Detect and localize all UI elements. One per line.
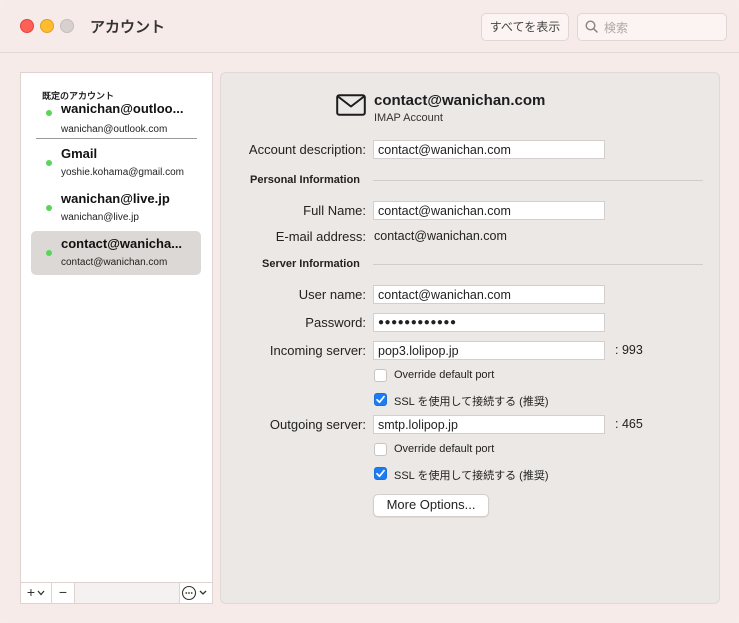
account-type: IMAP Account [374,112,443,124]
username-field[interactable]: contact@wanichan.com [373,285,605,304]
close-button[interactable] [20,19,34,33]
show-all-button[interactable]: すべてを表示 [481,13,569,41]
outgoing-server-label: Outgoing server: [269,417,366,432]
account-list-toolbar: + − [20,582,213,604]
account-email: wanichan@live.jp [61,212,139,223]
incoming-override-port-checkbox[interactable] [374,369,387,382]
outgoing-ssl-checkbox[interactable] [374,467,387,480]
search-field[interactable] [577,13,727,41]
chevron-down-icon [37,590,45,596]
outgoing-server-field[interactable]: smtp.lolipop.jp [373,415,605,434]
incoming-port: : 993 [615,343,643,357]
description-label: Account description: [248,142,366,157]
search-input[interactable] [602,17,724,39]
account-item-live[interactable]: wanichan@live.jp wanichan@live.jp [31,186,201,230]
personal-info-rule [373,180,703,181]
window-title: アカウント [90,19,166,36]
title-bar: アカウント すべてを表示 [0,0,739,53]
accounts-window: アカウント すべてを表示 既定のアカウント wanichan@outloo...… [0,0,739,623]
full-name-field[interactable]: contact@wanichan.com [373,201,605,220]
account-email: wanichan@outlook.com [61,124,168,135]
server-info-rule [373,264,703,265]
incoming-ssl-label: SSL を使用して接続する (推奨) [394,396,549,408]
zoom-button[interactable] [60,19,74,33]
default-account-divider [36,138,197,139]
search-icon [585,20,598,33]
username-label: User name: [298,287,366,302]
checkmark-icon [376,469,385,478]
account-header-email: contact@wanichan.com [374,92,546,109]
incoming-server-field[interactable]: pop3.lolipop.jp [373,341,605,360]
outgoing-port: : 465 [615,417,643,431]
account-item-gmail[interactable]: Gmail yoshie.kohama@gmail.com [31,141,201,185]
incoming-ssl-checkbox[interactable] [374,393,387,406]
account-item-outlook[interactable]: wanichan@outloo... wanichan@outlook.com [31,95,201,139]
account-name: wanichan@live.jp [61,191,170,206]
outgoing-ssl-label: SSL を使用して接続する (推奨) [394,470,549,482]
account-list: 既定のアカウント wanichan@outloo... wanichan@out… [20,72,213,583]
minimize-button[interactable] [40,19,54,33]
outgoing-override-port-checkbox[interactable] [374,443,387,456]
password-label: Password: [305,315,366,330]
account-name: contact@wanicha... [61,236,183,251]
account-name: Gmail [61,146,98,161]
account-email: yoshie.kohama@gmail.com [61,167,184,178]
outgoing-override-port-label: Override default port [394,443,495,455]
more-options-button[interactable]: More Options... [373,494,489,517]
incoming-override-port-label: Override default port [394,369,495,381]
more-actions-button[interactable] [180,583,212,603]
description-field[interactable]: contact@wanichan.com [373,140,605,159]
status-dot [46,160,52,166]
status-dot [46,110,52,116]
add-label: + [26,584,36,600]
account-email: contact@wanichan.com [61,257,168,268]
remove-account-button[interactable]: − [52,583,75,603]
toolbar-spacer [75,583,180,603]
server-info-heading: Server Information [262,258,360,270]
incoming-server-label: Incoming server: [269,343,366,358]
personal-info-heading: Personal Information [250,174,361,186]
status-dot [46,205,52,211]
full-name-label: Full Name: [303,203,366,218]
envelope-icon [336,94,366,116]
email-label: E-mail address: [275,229,366,244]
ellipsis-circle-icon [181,585,207,601]
password-field[interactable]: ●●●●●●●●●●●● [373,313,605,332]
account-details-panel: contact@wanichan.com IMAP Account Accoun… [220,72,720,604]
checkmark-icon [376,395,385,404]
status-dot [46,250,52,256]
account-item-contact[interactable]: contact@wanicha... contact@wanichan.com [31,231,201,275]
account-name: wanichan@outloo... [61,101,184,116]
email-value: contact@wanichan.com [374,229,507,243]
add-account-button[interactable]: + [21,583,52,603]
